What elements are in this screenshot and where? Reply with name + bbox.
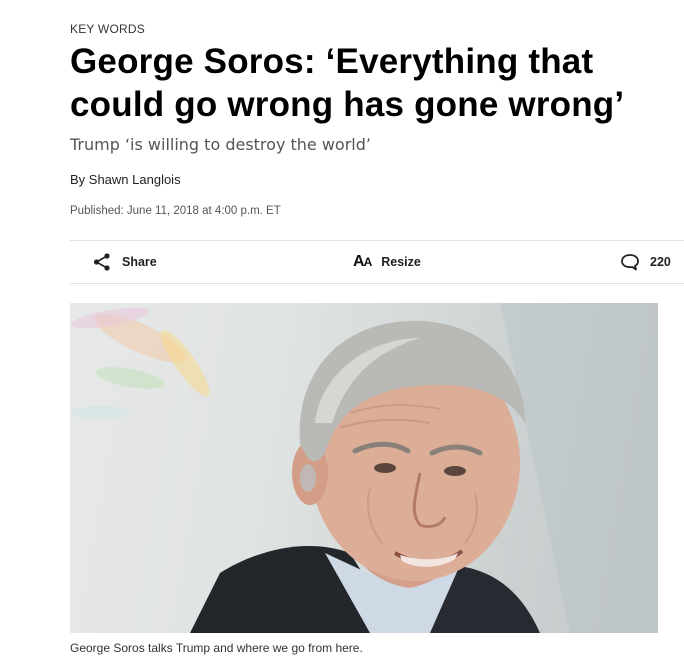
resize-label: Resize <box>381 255 421 269</box>
share-label: Share <box>122 255 157 269</box>
comments-button[interactable]: 220 <box>620 241 671 283</box>
kicker-label[interactable]: KEY WORDS <box>70 22 145 36</box>
subheadline: Trump ‘is willing to destroy the world’ <box>70 135 371 154</box>
share-button[interactable]: Share <box>92 241 157 283</box>
article-toolbar: Share AA Resize 220 <box>70 240 684 284</box>
article-photo[interactable] <box>70 303 658 633</box>
share-icon <box>93 253 110 271</box>
byline[interactable]: By Shawn Langlois <box>70 172 181 187</box>
comment-bubble-icon <box>621 254 639 271</box>
headline: George Soros: ‘Everything that could go … <box>70 42 625 124</box>
comment-count: 220 <box>650 255 671 269</box>
portrait-illustration <box>70 303 658 633</box>
published-timestamp: Published: June 11, 2018 at 4:00 p.m. ET <box>70 205 281 217</box>
font-resize-icon: AA <box>353 253 372 270</box>
resize-button[interactable]: AA Resize <box>353 241 421 283</box>
photo-caption: George Soros talks Trump and where we go… <box>70 641 363 655</box>
